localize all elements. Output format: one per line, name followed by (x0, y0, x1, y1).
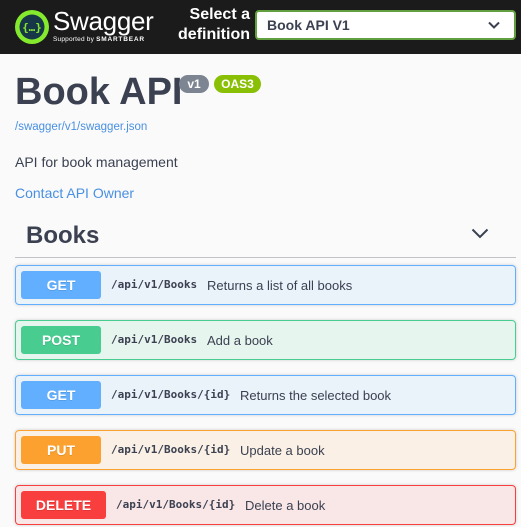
operation-put-book[interactable]: PUT /api/v1/Books/{id} Update a book (15, 430, 516, 470)
tag-header-books[interactable]: Books (15, 212, 516, 258)
operation-summary: Add a book (207, 333, 273, 348)
chevron-down-icon[interactable] (471, 228, 489, 239)
method-badge: GET (21, 271, 101, 299)
chevron-down-icon (488, 21, 500, 29)
method-badge: POST (21, 326, 101, 354)
method-badge: DELETE (21, 491, 106, 519)
contact-link[interactable]: Contact API Owner (15, 185, 134, 202)
operation-summary: Delete a book (245, 498, 326, 513)
operation-post-books[interactable]: POST /api/v1/Books Add a book (15, 320, 516, 360)
definition-select-value: Book API V1 (267, 17, 350, 33)
operation-summary: Update a book (240, 443, 325, 458)
definition-label: Select a definition (178, 6, 250, 43)
brand-tagline-prefix: Supported by (53, 36, 95, 43)
operation-summary: Returns a list of all books (207, 278, 353, 293)
version-badge: v1 (179, 75, 209, 93)
operation-get-books[interactable]: GET /api/v1/Books Returns a list of all … (15, 265, 516, 305)
api-title: Book API (15, 71, 183, 113)
operation-path: /api/v1/Books (111, 278, 198, 291)
swagger-logo-icon[interactable]: {…} (14, 9, 50, 45)
brand-tagline-company: SMARTBEAR (96, 36, 145, 43)
operation-summary: Returns the selected book (240, 388, 392, 403)
brand-name: Swagger (53, 6, 154, 36)
brand-tagline: Supported by SMARTBEAR (53, 36, 145, 44)
method-badge: GET (21, 381, 101, 409)
operation-get-book-by-id[interactable]: GET /api/v1/Books/{id} Returns the selec… (15, 375, 516, 415)
operation-path: /api/v1/Books (111, 333, 198, 346)
method-badge: PUT (21, 436, 101, 464)
operation-path: /api/v1/Books/{id} (111, 388, 231, 401)
svg-text:{…}: {…} (22, 21, 42, 34)
operation-delete-book[interactable]: DELETE /api/v1/Books/{id} Delete a book (15, 485, 516, 525)
tag-title: Books (26, 222, 100, 249)
oas-badge: OAS3 (214, 75, 261, 93)
definition-select[interactable]: Book API V1 (255, 10, 516, 40)
operation-path: /api/v1/Books/{id} (111, 443, 231, 456)
spec-json-link[interactable]: /swagger/v1/swagger.json (15, 120, 147, 134)
operation-path: /api/v1/Books/{id} (116, 498, 236, 511)
api-description: API for book management (15, 154, 178, 170)
topbar: {…} Swagger Supported by SMARTBEAR Selec… (0, 0, 521, 54)
